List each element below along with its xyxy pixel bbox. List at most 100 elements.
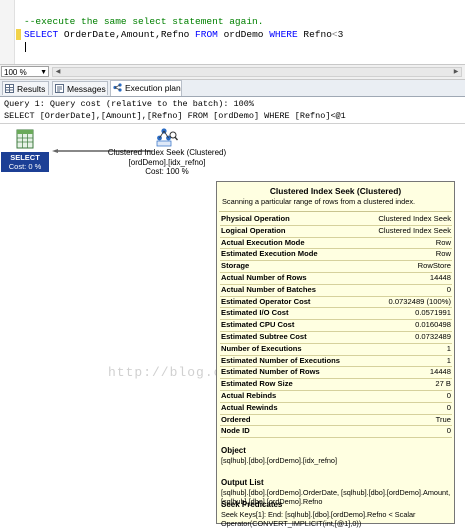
sql-keyword: SELECT	[24, 29, 59, 40]
sql-comment-line: --execute the same select statement agai…	[24, 16, 264, 27]
results-tab-bar: Results Messages Execution plan	[0, 80, 465, 97]
changed-line-marker	[16, 29, 21, 40]
sql-keyword: WHERE	[269, 29, 298, 40]
scroll-right-icon[interactable]: ▶	[451, 68, 461, 76]
property-value: Row	[435, 237, 451, 247]
property-value: True	[435, 414, 451, 424]
property-row: Estimated CPU Cost 0.0160498	[220, 320, 452, 332]
sql-columns: OrderDate,Amount,Refno	[63, 29, 190, 40]
property-row: Actual Rebinds 0	[220, 391, 452, 403]
select-node[interactable]: SELECT Cost: 0 %	[1, 152, 49, 172]
property-row: Logical Operation Clustered Index Seek	[220, 226, 452, 238]
tooltip-seek-predicates-section: Seek Predicates Seek Keys[1]: End: [sqlh…	[221, 500, 451, 529]
sql-statement-line: SELECT OrderDate,Amount,Refno FROM ordDe…	[24, 29, 343, 40]
sql-keyword: FROM	[195, 29, 218, 40]
property-row: Actual Execution Mode Row	[220, 238, 452, 250]
property-row: Estimated Subtree Cost 0.0732489	[220, 332, 452, 344]
tab-messages-label: Messages	[67, 84, 106, 94]
editor-status-bar: 100 % ▼ ◀ ▶	[0, 65, 465, 80]
property-row: Estimated Execution Mode Row	[220, 249, 452, 262]
property-value: 14448	[429, 367, 451, 377]
property-row: Node ID 0	[220, 426, 452, 439]
property-value: Clustered Index Seek	[378, 214, 451, 223]
property-name: Ordered	[221, 414, 251, 424]
property-row: Actual Number of Rows 14448	[220, 273, 452, 285]
property-name: Estimated Subtree Cost	[221, 331, 307, 341]
property-row: Physical Operation Clustered Index Seek	[220, 214, 452, 226]
property-value: 0	[446, 426, 451, 436]
property-name: Actual Number of Batches	[221, 284, 316, 294]
property-name: Actual Rebinds	[221, 390, 277, 400]
grid-icon	[5, 84, 14, 93]
tab-execution-plan[interactable]: Execution plan	[110, 80, 182, 96]
execution-plan-pane[interactable]: Query 1: Query cost (relative to the bat…	[0, 97, 465, 530]
select-node-cost: Cost: 0 %	[8, 162, 42, 171]
property-name: Actual Execution Mode	[221, 237, 305, 247]
messages-icon	[55, 84, 64, 93]
property-value: 1	[446, 355, 451, 365]
clustered-index-seek-icon[interactable]	[156, 127, 178, 147]
property-row: Number of Executions 1	[220, 344, 452, 356]
property-row: Estimated Row Size 27 B	[220, 379, 452, 391]
property-value: 0.0571991	[415, 308, 451, 318]
query-editor[interactable]: --execute the same select statement agai…	[0, 0, 465, 65]
property-name: Actual Number of Rows	[221, 272, 307, 282]
property-value: 1	[446, 343, 451, 353]
tooltip-description: Scanning a particular range of rows from…	[222, 197, 416, 206]
property-value: 0	[446, 402, 451, 412]
property-row: Estimated Number of Rows 14448	[220, 367, 452, 380]
tooltip-title: Clustered Index Seek (Clustered)	[269, 186, 402, 196]
tab-results[interactable]: Results	[2, 81, 49, 95]
property-name: Number of Executions	[221, 343, 302, 353]
query-cost-header: Query 1: Query cost (relative to the bat…	[4, 99, 254, 109]
property-value: 14448	[429, 272, 451, 282]
property-name: Estimated Operator Cost	[221, 296, 311, 306]
property-name: Actual Rewinds	[221, 402, 278, 412]
property-name: Estimated Number of Rows	[221, 367, 320, 377]
sql-table: ordDemo	[223, 29, 264, 40]
seek-node-label[interactable]: Clustered Index Seek (Clustered) [ordDem…	[90, 148, 244, 177]
editor-gutter	[0, 0, 15, 64]
property-row: Estimated I/O Cost 0.0571991	[220, 308, 452, 321]
horizontal-scrollbar[interactable]: ◀ ▶	[52, 67, 462, 77]
divider	[0, 123, 465, 124]
chevron-down-icon: ▼	[40, 69, 47, 76]
section-heading: Seek Predicates	[221, 500, 283, 509]
property-value: 27 B	[435, 379, 451, 389]
property-value: Row	[435, 249, 451, 259]
seek-node-object: [ordDemo].[idx_refno]	[128, 157, 206, 167]
tab-results-label: Results	[17, 84, 46, 94]
section-heading: Object	[221, 446, 246, 455]
section-heading: Output List	[221, 478, 264, 487]
property-row: Actual Rewinds 0	[220, 403, 452, 415]
property-value: RowStore	[417, 261, 451, 271]
operator-tooltip: Clustered Index Seek (Clustered) Scannin…	[216, 181, 455, 528]
property-value: 0	[446, 284, 451, 294]
property-row: Estimated Operator Cost 0.0732489 (100%)	[220, 297, 452, 309]
seek-node-operator: Clustered Index Seek (Clustered)	[107, 148, 227, 157]
property-name: Storage	[221, 261, 250, 271]
property-name: Physical Operation	[221, 214, 290, 223]
property-name: Estimated Number of Executions	[221, 355, 340, 365]
property-name: Estimated CPU Cost	[221, 320, 295, 330]
zoom-select[interactable]: 100 % ▼	[1, 66, 49, 77]
property-value: 0.0160498	[415, 320, 451, 330]
divider	[219, 211, 452, 212]
select-node-label: SELECT	[10, 153, 40, 162]
property-name: Estimated Execution Mode	[221, 249, 318, 259]
property-row: Storage RowStore	[220, 261, 452, 273]
execution-plan-icon	[113, 83, 122, 92]
select-operator-icon[interactable]	[16, 129, 34, 149]
tab-messages[interactable]: Messages	[52, 81, 108, 95]
property-row: Estimated Number of Executions 1	[220, 356, 452, 368]
sql-column: Refno	[303, 29, 332, 40]
scroll-left-icon[interactable]: ◀	[53, 68, 63, 76]
tooltip-properties: Physical Operation Clustered Index Seek L…	[220, 214, 452, 439]
zoom-value: 100 %	[4, 68, 27, 77]
property-name: Estimated Row Size	[221, 379, 293, 389]
property-value: 0.0732489 (100%)	[388, 296, 452, 306]
property-name: Node ID	[221, 426, 250, 436]
query-text: SELECT [OrderDate],[Amount],[Refno] FROM…	[4, 111, 346, 121]
section-body: [sqlhub].[dbo].[ordDemo].[idx_refno]	[221, 455, 338, 465]
property-row: Ordered True	[220, 415, 452, 427]
